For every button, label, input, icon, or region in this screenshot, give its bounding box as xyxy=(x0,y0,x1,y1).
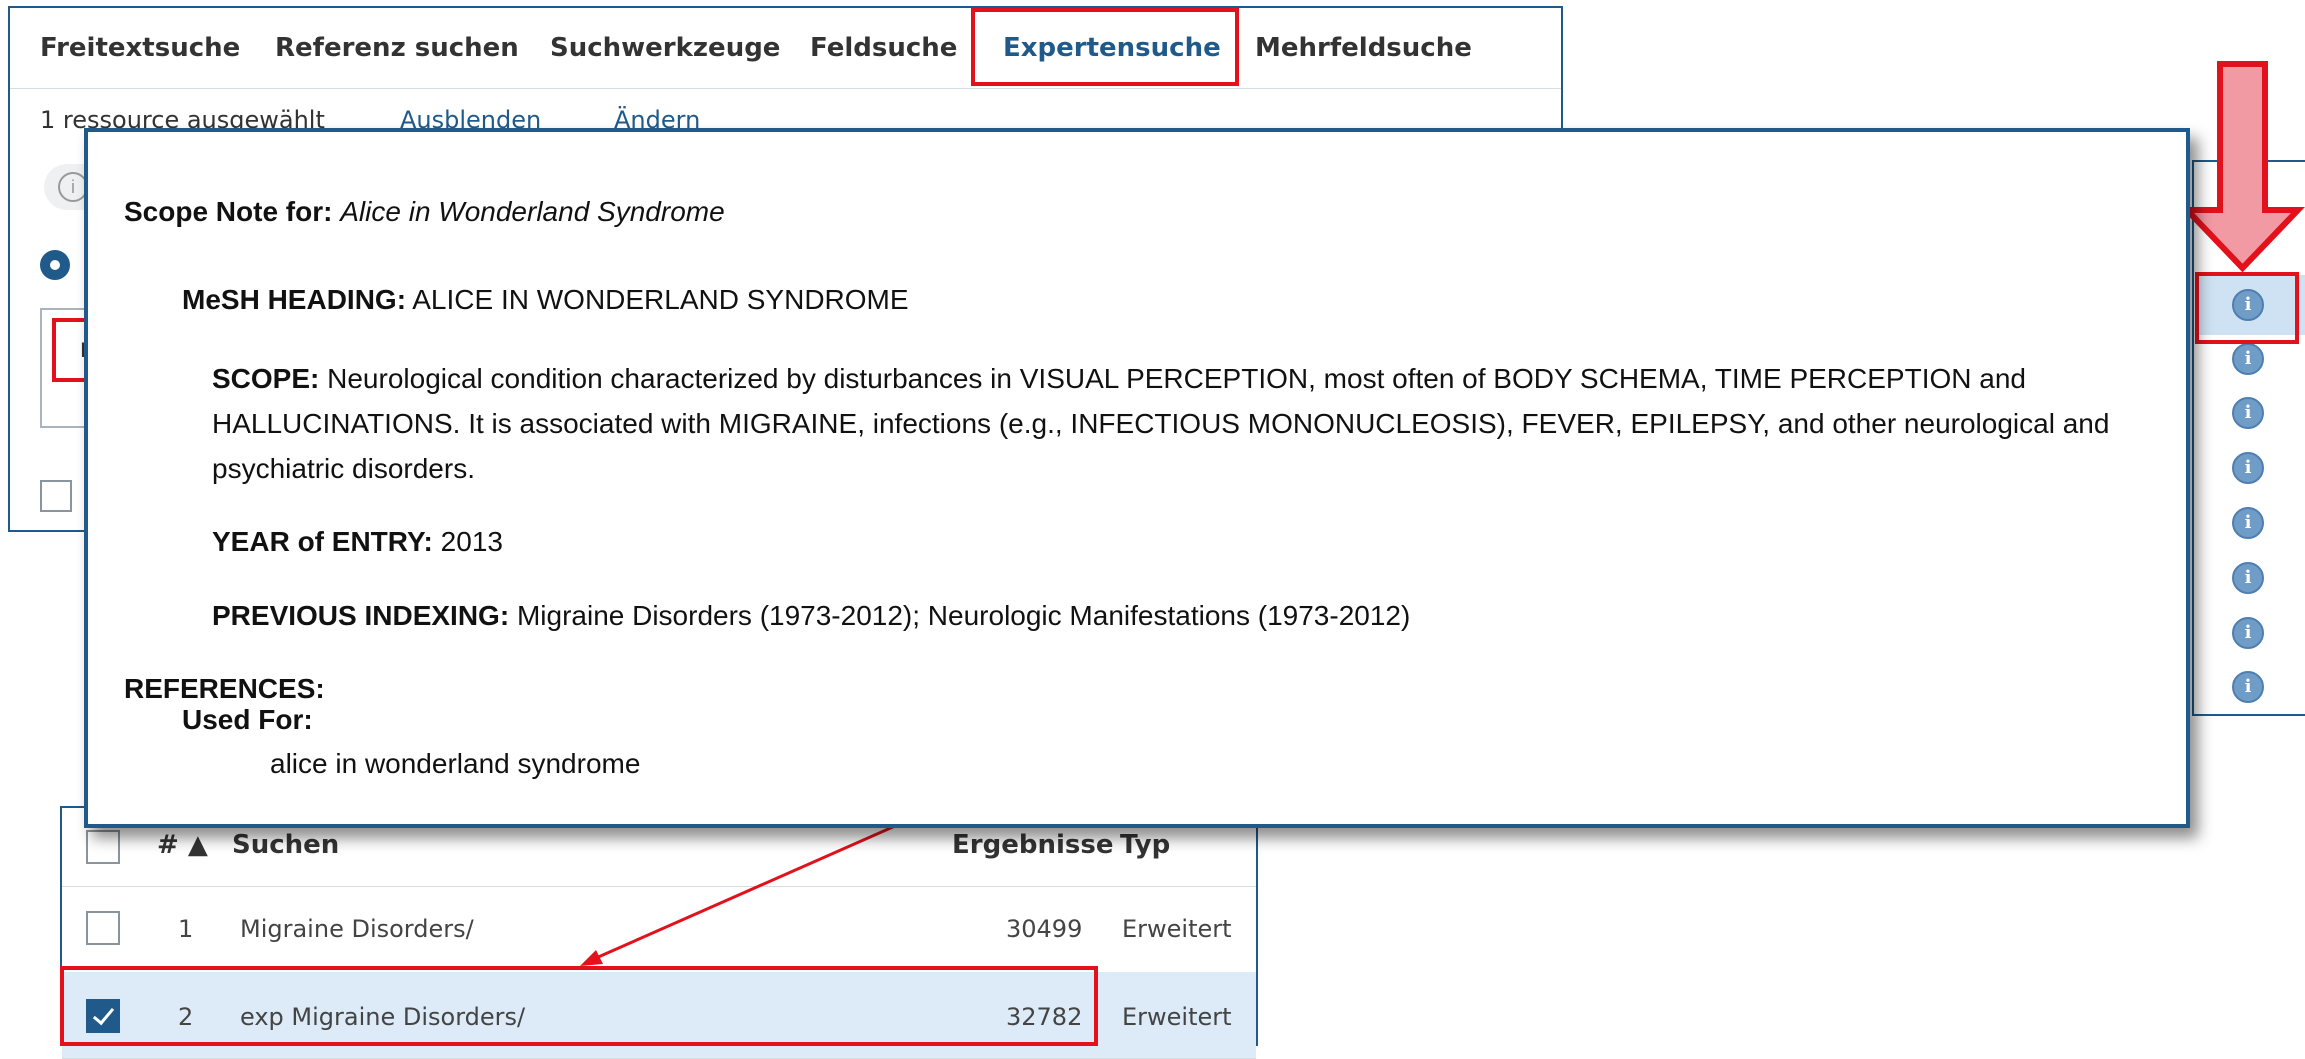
tab-highlight-frame xyxy=(971,8,1239,86)
previous-indexing-label: PREVIOUS INDEXING: xyxy=(212,600,510,631)
column-header-results: Ergebnisse xyxy=(952,830,1114,860)
scope-value: Neurological condition characterized by … xyxy=(212,363,2110,484)
tab-suchwerkzeuge[interactable]: Suchwerkzeuge xyxy=(550,8,780,88)
scope-note-info-icon[interactable]: i xyxy=(2232,507,2264,539)
selected-row-highlight-frame xyxy=(60,966,1098,1046)
column-header-search: Suchen xyxy=(232,830,340,860)
mesh-heading-label: MeSH HEADING: xyxy=(182,284,407,315)
used-for-value: alice in wonderland syndrome xyxy=(270,748,641,779)
previous-indexing: PREVIOUS INDEXING: Migraine Disorders (1… xyxy=(212,600,1410,632)
scope-note-info-icon[interactable]: i xyxy=(2232,671,2264,703)
scope-definition: SCOPE: Neurological condition characteri… xyxy=(212,356,2162,491)
scope-note-info-icon[interactable]: i xyxy=(2232,617,2264,649)
scope-note-title-term: Alice in Wonderland Syndrome xyxy=(340,196,725,227)
option-checkbox[interactable] xyxy=(40,480,72,512)
scope-note-info-icon[interactable]: i xyxy=(2232,562,2264,594)
row-search-query[interactable]: Migraine Disorders/ xyxy=(240,915,474,943)
down-arrow-annotation-icon xyxy=(2190,61,2305,272)
search-tabs: Freitextsuche Referenz suchen Suchwerkze… xyxy=(10,8,1561,89)
row-search-type: Erweitert xyxy=(1122,915,1232,943)
select-all-checkbox[interactable] xyxy=(86,830,120,864)
column-header-number[interactable]: # ▲ xyxy=(157,830,208,860)
tab-mehrfeldsuche[interactable]: Mehrfeldsuche xyxy=(1255,8,1472,88)
references-label: REFERENCES: xyxy=(124,673,325,704)
mesh-heading-value: ALICE IN WONDERLAND SYNDROME xyxy=(412,284,909,315)
tab-referenz-suchen[interactable]: Referenz suchen xyxy=(275,8,519,88)
year-of-entry-value: 2013 xyxy=(440,526,503,557)
scope-note-info-icon[interactable]: i xyxy=(2232,452,2264,484)
row-result-count: 30499 xyxy=(1006,915,1083,943)
tab-freitextsuche[interactable]: Freitextsuche xyxy=(40,8,240,88)
row-checkbox[interactable] xyxy=(86,911,120,945)
scope-note-title: Scope Note for: Alice in Wonderland Synd… xyxy=(124,196,725,228)
mesh-heading: MeSH HEADING: ALICE IN WONDERLAND SYNDRO… xyxy=(182,284,909,316)
scope-note-title-label: Scope Note for: xyxy=(124,196,333,227)
info-icon-highlight-frame xyxy=(2195,272,2299,344)
scope-label: SCOPE: xyxy=(212,363,320,394)
tab-feldsuche[interactable]: Feldsuche xyxy=(810,8,957,88)
search-mode-radio[interactable] xyxy=(40,250,70,280)
row-number: 1 xyxy=(178,915,194,943)
scope-note-info-icon[interactable]: i xyxy=(2232,397,2264,429)
used-for-label: Used For: xyxy=(182,704,313,735)
table-row: 1 Migraine Disorders/ 30499 Erweitert xyxy=(62,886,1256,973)
year-of-entry-label: YEAR of ENTRY: xyxy=(212,526,433,557)
scope-note-popup: Scope Note for: Alice in Wonderland Synd… xyxy=(84,128,2190,828)
column-header-type: Typ xyxy=(1120,830,1171,860)
row-search-type: Erweitert xyxy=(1122,1003,1232,1031)
year-of-entry: YEAR of ENTRY: 2013 xyxy=(212,526,503,558)
previous-indexing-value: Migraine Disorders (1973-2012); Neurolog… xyxy=(516,600,1411,631)
scope-note-info-icon[interactable]: i xyxy=(2232,343,2264,375)
